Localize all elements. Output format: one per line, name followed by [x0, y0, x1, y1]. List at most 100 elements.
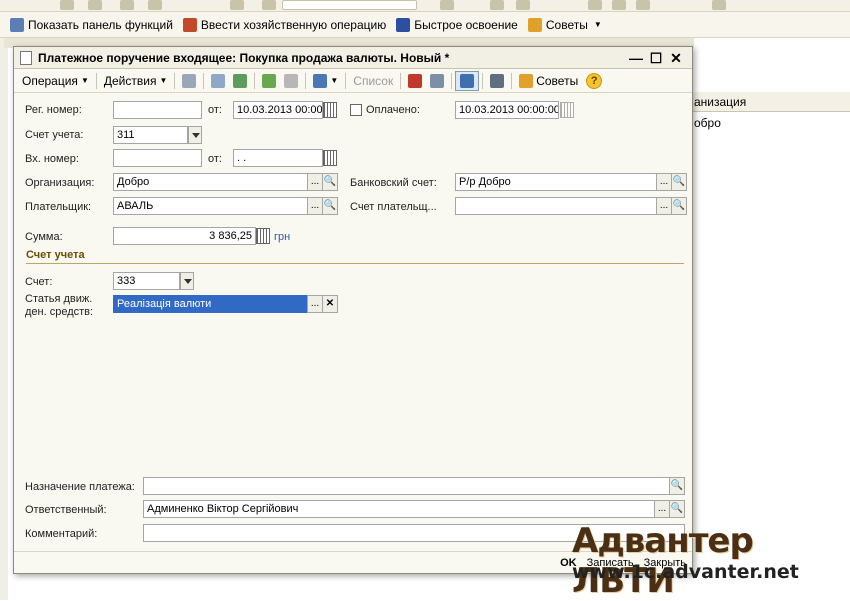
responsible-label: Ответственный: [25, 504, 107, 516]
refresh-button[interactable] [229, 71, 251, 91]
toolbar-stub-icon[interactable] [88, 0, 102, 10]
tips-button[interactable]: Советы ▼ [527, 17, 602, 32]
post-button[interactable] [178, 71, 200, 91]
toolbar-stub-icon[interactable] [612, 0, 626, 10]
toolbar-stub-icon[interactable] [230, 0, 244, 10]
toolbar-stub-icon[interactable] [636, 0, 650, 10]
paid-checkbox[interactable] [350, 104, 362, 116]
search-icon[interactable]: 🔍 [671, 173, 687, 191]
left-panel [0, 38, 8, 600]
organization-label: Организация: [25, 177, 95, 189]
purpose-input[interactable] [143, 477, 670, 495]
tips-icon [519, 73, 534, 88]
bank-account-select-button[interactable]: ... [656, 173, 672, 191]
toolbar-stub-icon[interactable] [120, 0, 134, 10]
toolbar-stub-icon[interactable] [490, 0, 504, 10]
actions-menu[interactable]: Действия ▼ [100, 71, 172, 91]
responsible-select-button[interactable]: ... [654, 500, 670, 518]
toolbar-stub-icon[interactable] [712, 0, 726, 10]
form-settings-button[interactable] [486, 71, 508, 91]
window-title: Платежное поручение входящее: Покупка пр… [38, 50, 450, 65]
incoming-date-input[interactable]: . . [233, 149, 323, 167]
copy-icon [211, 73, 226, 88]
chevron-down-icon[interactable] [188, 126, 202, 144]
actions-menu-label: Действия [103, 73, 157, 88]
responsible-input[interactable]: Админенко Віктор Сергійович [143, 500, 655, 518]
separator [400, 72, 402, 89]
separator [174, 72, 176, 89]
clear-icon[interactable]: ✕ [322, 295, 338, 313]
sum-input[interactable]: 3 836,25 [113, 227, 256, 245]
search-icon[interactable]: 🔍 [669, 500, 685, 518]
toolbar-stub-icon[interactable] [440, 0, 454, 10]
reg-date-label: от: [208, 104, 222, 116]
calendar-icon[interactable] [323, 102, 337, 118]
quick-start-label: Быстрое освоение [414, 17, 518, 32]
search-icon[interactable]: 🔍 [322, 197, 338, 215]
toolbar-search-input[interactable] [282, 0, 417, 10]
chevron-down-icon[interactable]: ▼ [594, 20, 602, 29]
section-title: Счет учета [26, 249, 85, 261]
enter-operation-button[interactable]: Ввести хозяйственную операцию [182, 17, 386, 32]
quick-start-icon [396, 17, 411, 32]
dt-kt-icon [408, 73, 423, 88]
account-select[interactable]: 311 [113, 126, 188, 144]
show-functions-panel-button[interactable]: Показать панель функций [10, 17, 173, 32]
quick-start-button[interactable]: Быстрое освоение [396, 17, 518, 32]
payer-account-label: Счет плательщ... [350, 201, 437, 213]
payer-select-button[interactable]: ... [307, 197, 323, 215]
structure-button[interactable] [455, 70, 480, 91]
bank-account-label: Банковский счет: [350, 177, 437, 189]
toolbar-stub-icon[interactable] [262, 0, 276, 10]
chevron-down-icon[interactable] [180, 272, 194, 290]
payment-order-window: Платежное поручение входящее: Покупка пр… [13, 46, 693, 574]
operation-menu-label: Операция [22, 73, 78, 88]
organization-select-button[interactable]: ... [307, 173, 323, 191]
based-on-button[interactable]: ▼ [309, 71, 342, 91]
background-cell[interactable]: обро [690, 113, 850, 133]
form-settings-icon [490, 73, 505, 88]
operation-menu[interactable]: Операция ▼ [18, 71, 93, 91]
payer-account-select-button[interactable]: ... [656, 197, 672, 215]
comment-label: Комментарий: [25, 528, 98, 540]
calendar-icon[interactable] [323, 150, 337, 166]
toolbar-stub-icon[interactable] [148, 0, 162, 10]
search-icon[interactable]: 🔍 [671, 197, 687, 215]
copy-button[interactable] [207, 71, 229, 91]
post-icon [182, 73, 197, 88]
based-on-icon [313, 73, 328, 88]
dt-kt-button[interactable] [404, 71, 426, 91]
report-button[interactable] [426, 71, 448, 91]
chevron-down-icon: ▼ [159, 76, 168, 85]
background-column-header[interactable]: анизация [690, 92, 850, 112]
minimize-button[interactable]: — [626, 49, 646, 67]
toolbar-stub-icon[interactable] [588, 0, 602, 10]
acc-label: Счет: [25, 276, 53, 288]
fill-button[interactable] [258, 71, 280, 91]
calculator-icon[interactable] [256, 228, 270, 244]
search-icon[interactable]: 🔍 [669, 477, 685, 495]
incoming-date-label: от: [208, 153, 222, 165]
reg-number-input[interactable] [113, 101, 202, 119]
acc-select[interactable]: 333 [113, 272, 180, 290]
reg-date-input[interactable]: 10.03.2013 00:00 [233, 101, 323, 119]
toolbar-stub-icon[interactable] [60, 0, 74, 10]
unpost-button[interactable] [280, 71, 302, 91]
list-button[interactable]: Список [349, 71, 397, 91]
payer-input[interactable]: АВАЛЬ [113, 197, 308, 215]
close-button[interactable]: ✕ [666, 49, 686, 67]
toolbar-stub-icon[interactable] [516, 0, 530, 10]
cash-flow-input[interactable]: Реалізація валюти [113, 295, 307, 313]
bank-account-input[interactable]: Р/р Добро [455, 173, 657, 191]
payer-account-input[interactable] [455, 197, 657, 215]
help-button[interactable]: ? [582, 71, 606, 91]
maximize-button[interactable]: ☐ [646, 49, 666, 67]
form-tips-button[interactable]: Советы [515, 71, 582, 91]
calendar-icon[interactable] [560, 102, 574, 118]
separator [482, 72, 484, 89]
search-icon[interactable]: 🔍 [322, 173, 338, 191]
incoming-number-input[interactable] [113, 149, 202, 167]
cash-flow-select-button[interactable]: ... [307, 295, 323, 313]
paid-date-input[interactable]: 10.03.2013 00:00:00 [455, 101, 559, 119]
organization-input[interactable]: Добро [113, 173, 308, 191]
